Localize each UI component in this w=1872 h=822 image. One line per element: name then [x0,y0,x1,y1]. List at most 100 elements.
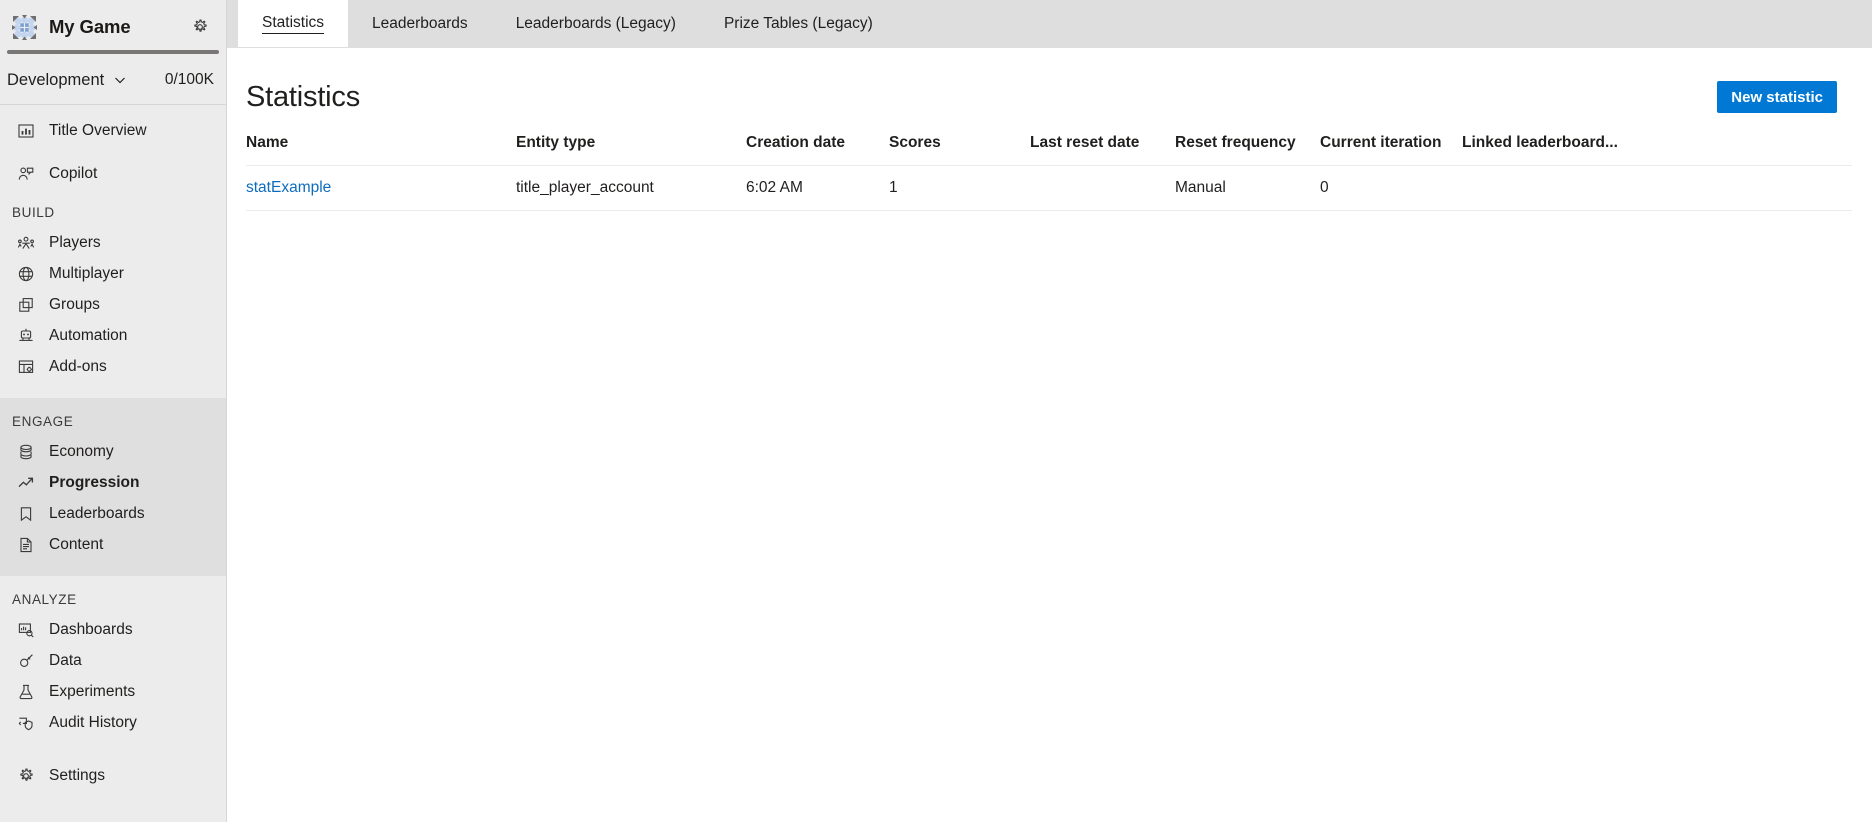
sidebar-group-build: BUILD Players Multiplayer Groups Automat… [0,189,226,398]
page-header: Statistics New statistic [227,48,1872,120]
tab-prize-tables-legacy[interactable]: Prize Tables (Legacy) [700,0,897,47]
sidebar-item-label: Title Overview [49,121,147,139]
tab-label: Statistics [262,14,325,34]
sidebar-item-label: Multiplayer [49,264,124,282]
sidebar-item-label: Dashboards [49,620,133,638]
tab-label: Leaderboards [372,14,468,32]
cell-scores: 1 [889,165,1030,211]
cell-linked-leaderboard [1462,165,1852,211]
sidebar-item-label: Data [49,651,82,669]
plug-icon [16,651,35,670]
document-icon [16,535,35,554]
robot-icon [16,326,35,345]
cell-name: statExample [246,165,516,211]
sidebar-group-analyze: ANALYZE Dashboards Data Experiments Audi… [0,576,226,738]
flask-icon [16,682,35,701]
sidebar-item-label: Economy [49,442,114,460]
dashboard-search-icon [16,620,35,639]
tab-leaderboards-legacy[interactable]: Leaderboards (Legacy) [492,0,700,47]
sidebar-group-label: BUILD [12,205,55,220]
statistics-table-wrap: Name Entity type Creation date Scores La… [227,120,1872,822]
table-head: Name Entity type Creation date Scores La… [246,120,1852,166]
quota-count: 0/100K [164,71,214,88]
tab-label: Prize Tables (Legacy) [723,14,873,32]
cell-current-iteration: 0 [1320,165,1462,211]
globe-icon [16,264,35,283]
sidebar-item-leaderboards[interactable]: Leaderboards [0,498,226,529]
trend-up-arrow-icon [16,473,35,492]
table-row[interactable]: statExample title_player_account 6:02 AM… [246,165,1852,211]
sidebar-item-title-overview[interactable]: Title Overview [0,115,226,146]
cell-last-reset-date [1030,165,1175,211]
column-header-linked-leaderboard[interactable]: Linked leaderboard... [1462,120,1852,166]
sidebar-item-progression[interactable]: Progression [0,467,226,498]
sidebar-item-label: Settings [49,766,106,784]
sidebar-nav: Title Overview Copilot BUILD Players Mul… [0,105,226,822]
sidebar-item-label: Players [49,233,101,251]
tab-label: Leaderboards (Legacy) [515,14,676,32]
sidebar-item-economy[interactable]: Economy [0,436,226,467]
page-title: Statistics [246,80,361,113]
sidebar-header: My Game [0,0,226,54]
sidebar-item-automation[interactable]: Automation [0,320,226,351]
sidebar-item-label: Groups [49,295,100,313]
sidebar-item-dashboards[interactable]: Dashboards [0,614,226,645]
column-header-current-iteration[interactable]: Current iteration [1320,120,1462,166]
column-header-entity-type[interactable]: Entity type [516,120,746,166]
sidebar-item-label: Copilot [49,164,98,182]
sidebar-item-audit-history[interactable]: Audit History [0,707,226,738]
chart-bar-icon [16,121,35,140]
column-header-reset-frequency[interactable]: Reset frequency [1175,120,1320,166]
tab-leaderboards[interactable]: Leaderboards [348,0,492,47]
column-header-scores[interactable]: Scores [889,120,1030,166]
quota-progress-bar [7,50,219,54]
cell-entity-type: title_player_account [516,165,746,211]
audit-shield-icon [16,713,35,732]
gear-icon[interactable] [188,15,212,39]
chevron-down-icon [112,72,128,88]
sidebar-item-label: Experiments [49,682,136,700]
sidebar-item-content[interactable]: Content [0,529,226,560]
gear-icon [16,766,35,785]
table-body: statExample title_player_account 6:02 AM… [246,165,1852,211]
main-content: Statistics Leaderboards Leaderboards (Le… [227,0,1872,822]
statistics-table: Name Entity type Creation date Scores La… [246,120,1852,211]
sidebar: My Game Development 0/100K Title Overvie… [0,0,227,822]
grid-logo-icon [10,13,39,42]
sidebar-group-engage: ENGAGE Economy Progression Leaderboards … [0,398,226,576]
sidebar-item-label: Add-ons [49,357,107,375]
quota-progress-wrap [0,50,226,54]
sidebar-group-label: ENGAGE [12,414,74,429]
sidebar-item-groups[interactable]: Groups [0,289,226,320]
sidebar-item-players[interactable]: Players [0,227,226,258]
environment-selector[interactable]: Development 0/100K [0,62,226,98]
addons-grid-gear-icon [16,357,35,376]
stacked-squares-icon [16,295,35,314]
sidebar-item-label: Content [49,535,104,553]
coins-stack-icon [16,442,35,461]
sidebar-item-settings[interactable]: Settings [0,760,226,791]
cell-reset-frequency: Manual [1175,165,1320,211]
sidebar-group-label: ANALYZE [12,592,77,607]
sidebar-item-add-ons[interactable]: Add-ons [0,351,226,382]
sidebar-item-multiplayer[interactable]: Multiplayer [0,258,226,289]
statistic-name-link[interactable]: statExample [246,179,331,196]
sidebar-item-label: Automation [49,326,128,344]
sidebar-item-data[interactable]: Data [0,645,226,676]
sidebar-item-label: Audit History [49,713,137,731]
column-header-last-reset-date[interactable]: Last reset date [1030,120,1175,166]
players-icon [16,233,35,252]
new-statistic-button[interactable]: New statistic [1717,81,1837,113]
table-header-row: Name Entity type Creation date Scores La… [246,120,1852,166]
sidebar-item-copilot[interactable]: Copilot [0,158,226,189]
app-root: My Game Development 0/100K Title Overvie… [0,0,1872,822]
environment-name: Development [7,70,105,89]
sidebar-item-experiments[interactable]: Experiments [0,676,226,707]
tab-bar: Statistics Leaderboards Leaderboards (Le… [227,0,1872,48]
column-header-name[interactable]: Name [246,120,516,166]
tab-statistics[interactable]: Statistics [238,0,349,47]
column-header-creation-date[interactable]: Creation date [746,120,889,166]
sidebar-item-label: Leaderboards [49,504,145,522]
bookmark-icon [16,504,35,523]
game-title: My Game [49,16,131,37]
